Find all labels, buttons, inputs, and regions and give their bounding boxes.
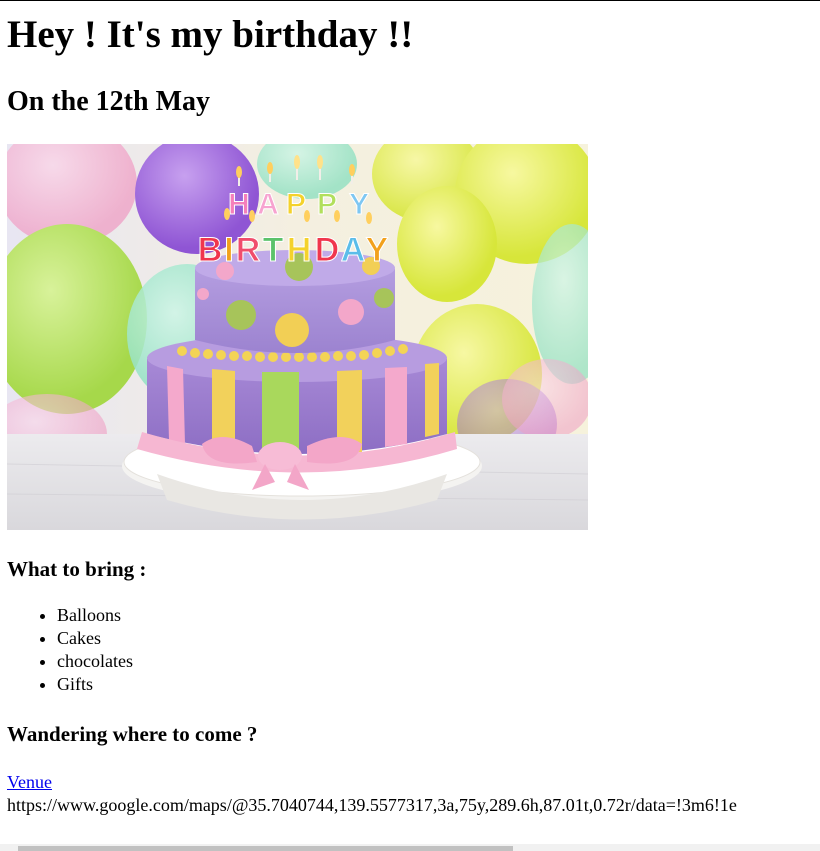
bring-list: Balloons Cakes chocolates Gifts — [7, 604, 133, 696]
svg-text:A: A — [341, 231, 366, 269]
scroll-left-arrow-icon[interactable] — [0, 844, 10, 851]
page-subtitle: On the 12th May — [7, 86, 210, 117]
svg-text:D: D — [315, 231, 340, 269]
scrollbar-thumb[interactable] — [18, 846, 513, 851]
top-border-line — [0, 0, 820, 1]
svg-text:P: P — [286, 188, 306, 221]
svg-text:R: R — [236, 231, 261, 269]
page-title: Hey ! It's my birthday !! — [7, 13, 414, 56]
list-item: Cakes — [57, 627, 133, 650]
horizontal-scrollbar[interactable] — [0, 844, 820, 851]
list-item: Gifts — [57, 673, 133, 696]
where-to-come-heading: Wandering where to come ? — [7, 722, 258, 746]
svg-text:Y: Y — [349, 188, 369, 221]
svg-text:B: B — [198, 231, 223, 269]
svg-text:I: I — [224, 231, 233, 269]
svg-text:H: H — [287, 231, 312, 269]
venue-url-text: https://www.google.com/maps/@35.7040744,… — [7, 795, 737, 815]
svg-text:A: A — [257, 188, 279, 221]
svg-text:Y: Y — [366, 231, 389, 269]
list-item: chocolates — [57, 650, 133, 673]
what-to-bring-heading: What to bring : — [7, 557, 147, 581]
list-item: Balloons — [57, 604, 133, 627]
birthday-cake-image: B I R T H D A Y H A P P Y — [7, 144, 588, 530]
svg-text:H: H — [228, 188, 250, 221]
scroll-right-arrow-icon[interactable] — [810, 844, 820, 851]
venue-link[interactable]: Venue — [7, 771, 52, 794]
svg-text:T: T — [263, 231, 284, 269]
